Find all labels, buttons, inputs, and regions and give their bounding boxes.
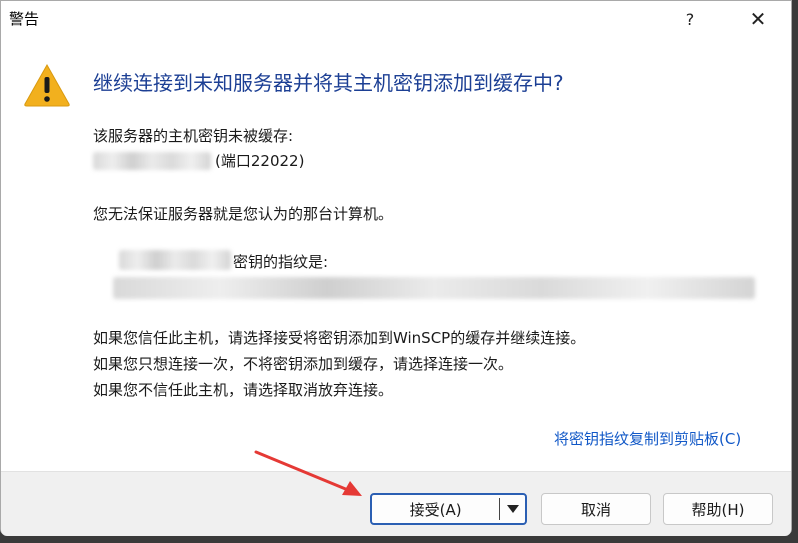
port-text: (端口22022) bbox=[215, 152, 305, 170]
close-button[interactable]: ✕ bbox=[735, 1, 781, 37]
identity-warning-text: 您无法保证服务器就是您认为的那台计算机。 bbox=[93, 205, 394, 223]
title-bar[interactable]: 警告 ? ✕ bbox=[1, 1, 791, 37]
accept-button-label[interactable]: 接受(A) bbox=[372, 499, 499, 520]
warning-icon bbox=[24, 63, 70, 107]
instruction-accept: 如果您信任此主机，请选择接受将密钥添加到WinSCP的缓存并继续连接。 bbox=[93, 329, 586, 347]
uncached-key-text: 该服务器的主机密钥未被缓存: bbox=[93, 127, 294, 145]
redacted-key-type bbox=[119, 250, 231, 270]
instruction-cancel: 如果您不信任此主机，请选择取消放弃连接。 bbox=[93, 381, 394, 399]
instruction-connect-once: 如果您只想连接一次，不将密钥添加到缓存，请选择连接一次。 bbox=[93, 355, 514, 373]
window-title: 警告 bbox=[9, 10, 40, 28]
accept-split-button[interactable]: 接受(A) bbox=[370, 493, 527, 525]
dropdown-arrow-icon[interactable] bbox=[500, 504, 525, 514]
redacted-fingerprint bbox=[113, 277, 755, 299]
help-button[interactable]: 帮助(H) bbox=[663, 493, 773, 525]
fingerprint-label: 密钥的指纹是: bbox=[233, 253, 329, 271]
button-bar: 接受(A) 取消 帮助(H) bbox=[1, 471, 791, 536]
help-title-button[interactable]: ? bbox=[667, 1, 713, 37]
cancel-button[interactable]: 取消 bbox=[541, 493, 651, 525]
warning-dialog: 警告 ? ✕ 继续连接到未知服务器并将其主机密钥添加到缓存中? 该服务器的主机密… bbox=[0, 0, 792, 536]
copy-fingerprint-link[interactable]: 将密钥指纹复制到剪贴板(C) bbox=[554, 428, 741, 449]
redacted-hostname bbox=[93, 152, 211, 170]
dialog-headline: 继续连接到未知服务器并将其主机密钥添加到缓存中? bbox=[93, 71, 564, 95]
